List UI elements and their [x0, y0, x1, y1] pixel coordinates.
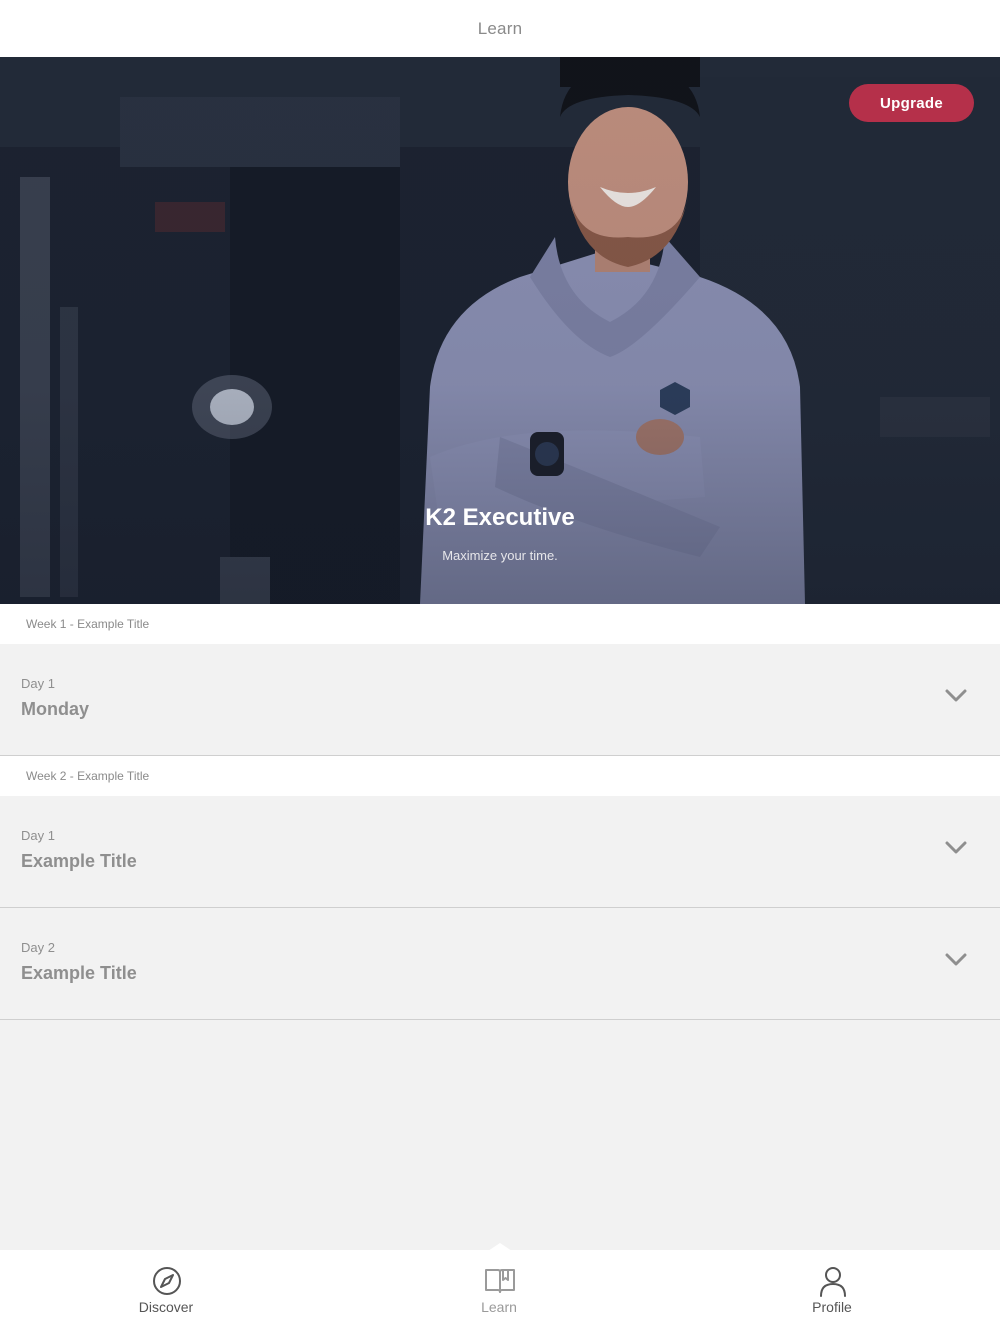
- compass-icon: [153, 1267, 181, 1295]
- week-header: Week 1 - Example Title: [0, 604, 1000, 644]
- tab-profile[interactable]: Profile: [732, 1250, 932, 1334]
- chevron-down-icon[interactable]: [945, 953, 967, 967]
- day-row[interactable]: Day 2 Example Title: [0, 908, 1000, 1020]
- page-title: Learn: [477, 18, 523, 38]
- program-title: K2 Executive: [425, 504, 575, 531]
- chevron-down-icon[interactable]: [945, 689, 967, 703]
- tab-label: Learn: [481, 1299, 517, 1315]
- day-label: Day 1: [21, 676, 55, 691]
- day-title: Example Title: [21, 963, 137, 983]
- tab-discover[interactable]: Discover: [66, 1250, 266, 1334]
- day-title: Monday: [21, 699, 90, 719]
- tab-bar: Discover Learn Profile: [0, 1250, 1000, 1334]
- day-label: Day 1: [21, 828, 55, 843]
- week-header: Week 2 - Example Title: [0, 756, 1000, 796]
- day-title: Example Title: [21, 851, 137, 871]
- hero-banner: Upgrade K2 Executive Maximize your time.: [0, 57, 1000, 604]
- program-subtitle: Maximize your time.: [442, 548, 558, 563]
- tab-label: Discover: [138, 1299, 194, 1315]
- app-root: Learn Upgrade K2 Executive Maximize your…: [0, 0, 1000, 1334]
- top-bar: Learn: [0, 0, 1000, 57]
- tab-learn[interactable]: Learn: [399, 1250, 599, 1334]
- day-row[interactable]: Day 1 Monday: [0, 644, 1000, 756]
- day-row[interactable]: Day 1 Example Title: [0, 796, 1000, 908]
- day-label: Day 2: [21, 940, 55, 955]
- upgrade-button[interactable]: Upgrade: [849, 84, 974, 122]
- book-icon: [485, 1269, 515, 1293]
- tab-label: Profile: [812, 1299, 852, 1315]
- chevron-down-icon[interactable]: [945, 841, 967, 855]
- person-icon: [820, 1267, 846, 1297]
